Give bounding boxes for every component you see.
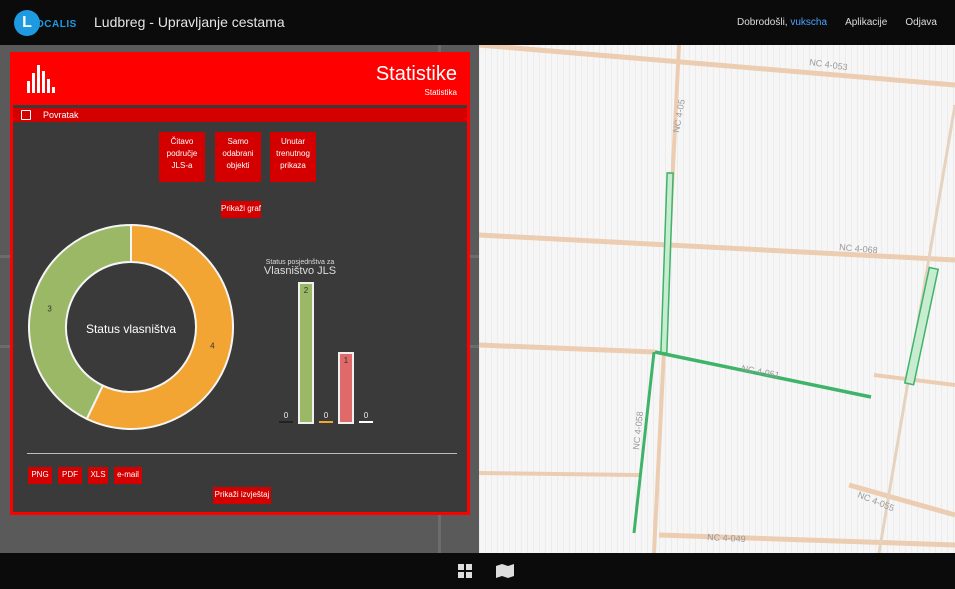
apps-link[interactable]: Aplikacije <box>845 17 887 28</box>
logo-text: OCALIS <box>36 19 77 30</box>
export-email-button[interactable]: e-mail <box>114 467 142 484</box>
top-bar: L OCALIS Ludbreg - Upravljanje cestama D… <box>0 0 955 45</box>
map-view[interactable]: NC 4-053 NC 4-05 NC 4-068 NC 4-051 NC 4-… <box>479 45 955 553</box>
statistics-panel: Statistike Statistika Povratak Čitavo po… <box>10 52 470 515</box>
donut-slice-value-label: 3 <box>47 304 52 313</box>
panel-divider <box>27 453 457 454</box>
welcome-label: Dobrodošli, <box>737 17 788 28</box>
grid-view-icon[interactable] <box>458 564 472 581</box>
parcel-hatching <box>479 45 955 553</box>
bar[interactable] <box>298 282 314 424</box>
bar[interactable] <box>359 421 373 423</box>
road-south-west <box>479 471 640 477</box>
bar-value-label: 0 <box>284 411 289 420</box>
username-link[interactable]: vukscha <box>790 17 827 28</box>
locals-logo[interactable]: L OCALIS <box>14 10 77 36</box>
top-nav: Dobrodošli, vukscha Aplikacije Odjava <box>737 17 937 28</box>
bar-value-label: 2 <box>304 286 309 295</box>
donut-slice-value-label: 4 <box>210 342 215 351</box>
export-png-button[interactable]: PNG <box>28 467 52 484</box>
bar[interactable] <box>279 421 293 423</box>
donut-center-label: Status vlasništva <box>86 322 176 336</box>
export-xls-button[interactable]: XLS <box>88 467 108 484</box>
bar-value-label: 0 <box>364 411 369 420</box>
bar-value-label: 0 <box>324 411 329 420</box>
show-report-button[interactable]: Prikaži izvještaj <box>213 487 271 504</box>
bar-value-label: 1 <box>344 356 349 365</box>
logout-link[interactable]: Odjava <box>905 17 937 28</box>
map-canvas[interactable]: NC 4-053 NC 4-05 NC 4-068 NC 4-051 NC 4-… <box>479 45 955 553</box>
app-title: Ludbreg - Upravljanje cestama <box>94 14 285 30</box>
bar-chart: 0 2 0 1 0 <box>279 282 373 424</box>
map-road-label: NC 4-049 <box>707 532 746 544</box>
welcome-text: Dobrodošli, vukscha <box>737 17 827 28</box>
map-view-icon[interactable] <box>496 564 514 581</box>
bar[interactable] <box>319 421 333 423</box>
bottom-bar <box>0 553 955 589</box>
bar-chart-title-line2: Vlasništvo JLS <box>264 265 336 277</box>
export-pdf-button[interactable]: PDF <box>58 467 82 484</box>
charts-area: 43 Status vlasništva Status posjednštva … <box>28 223 373 430</box>
